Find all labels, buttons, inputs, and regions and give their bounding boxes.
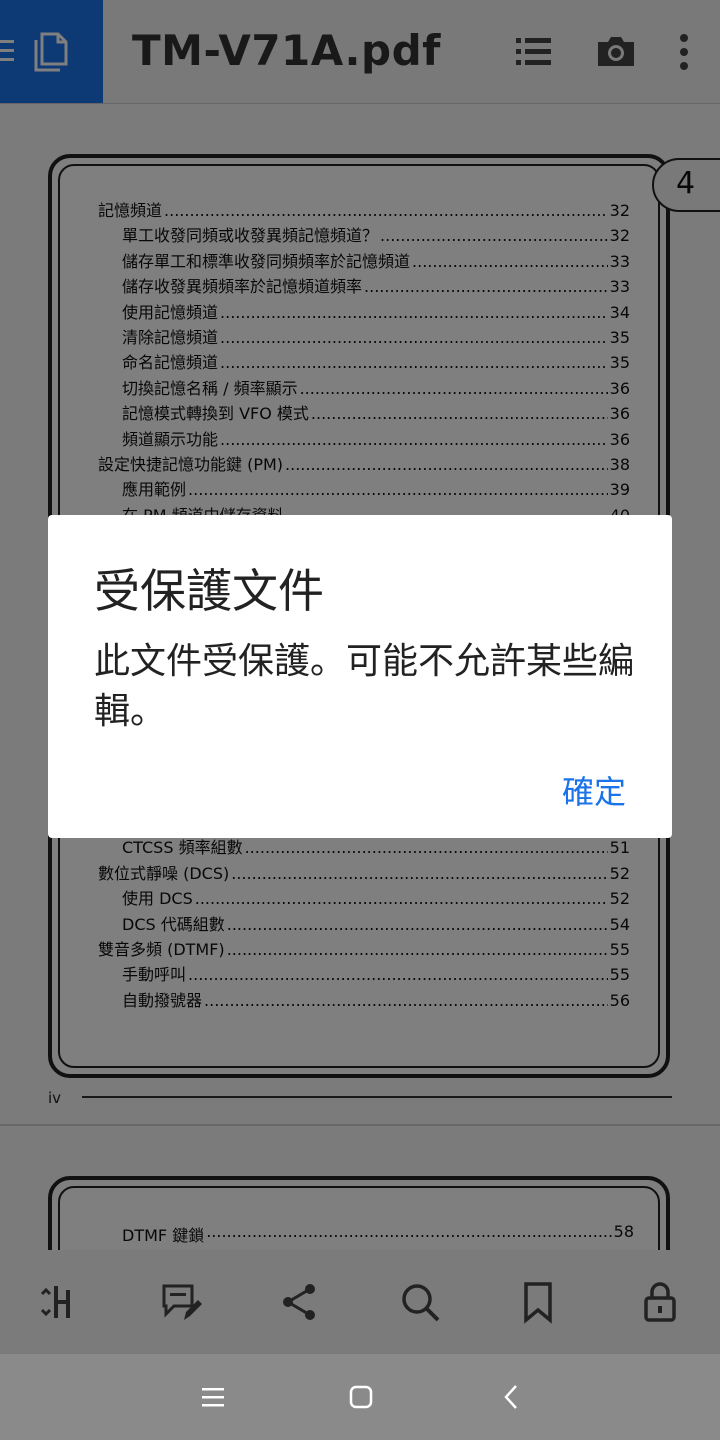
dialog-title: 受保護文件 bbox=[94, 564, 324, 618]
confirm-button[interactable]: 確定 bbox=[562, 767, 626, 813]
protected-document-dialog: 受保護文件 此文件受保護。可能不允許某些編輯。 確定 bbox=[48, 515, 672, 838]
recent-apps-icon[interactable] bbox=[198, 1382, 228, 1412]
home-icon[interactable] bbox=[346, 1382, 376, 1412]
back-icon[interactable] bbox=[498, 1382, 528, 1412]
dialog-message: 此文件受保護。可能不允許某些編輯。 bbox=[94, 641, 635, 732]
